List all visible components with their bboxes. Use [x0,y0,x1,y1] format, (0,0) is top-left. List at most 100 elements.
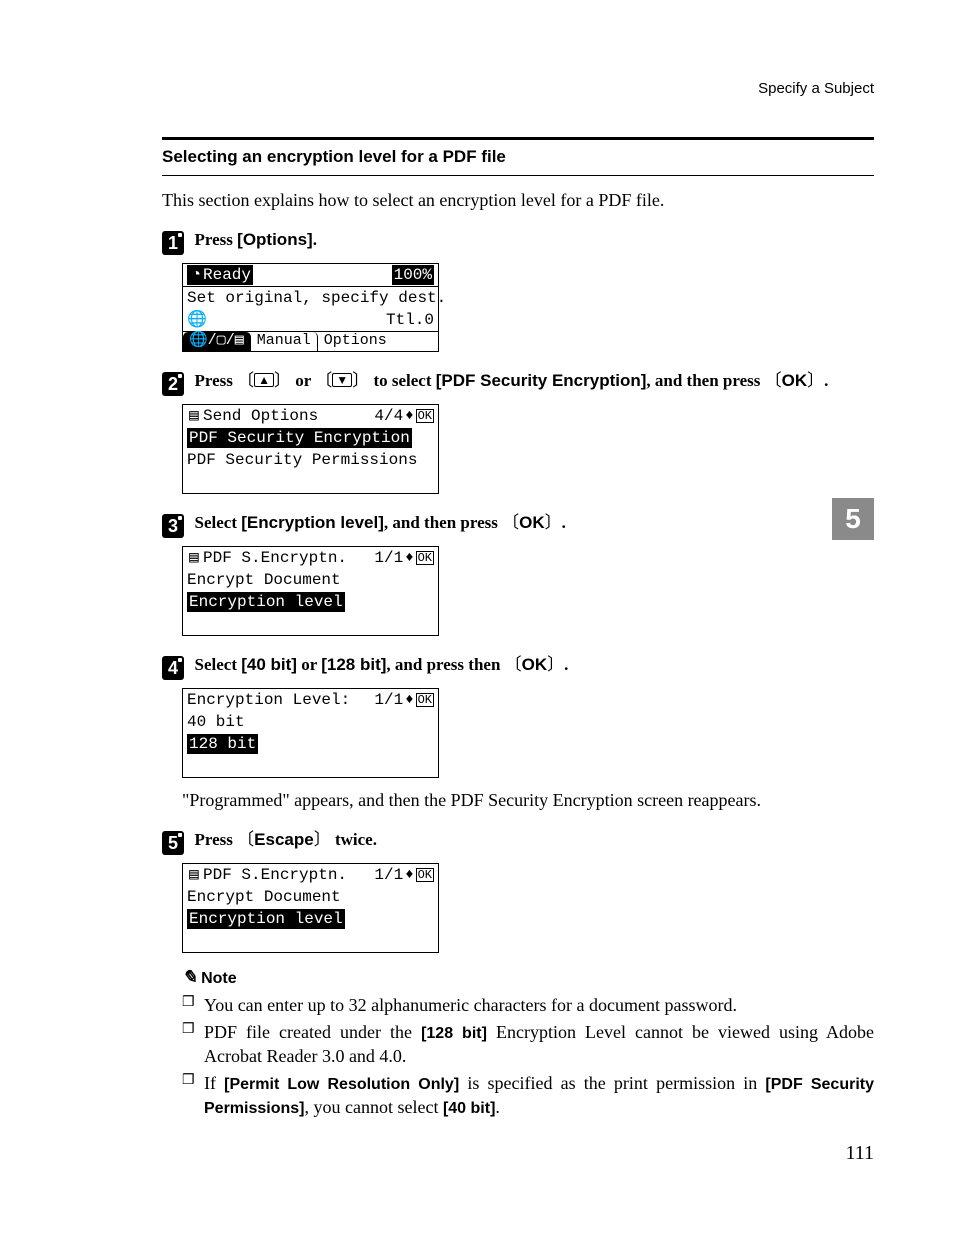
note3b: is specified as the print permission in [459,1073,765,1093]
updown-icon-5: ♦ [405,869,413,881]
note-item-1: You can enter up to 32 alphanumeric char… [204,994,874,1017]
step-1-ui: [Options] [237,230,313,249]
step-3: 3 Select [Encryption level], and then pr… [162,508,874,538]
step-3-ui: [Encryption level] [241,513,384,532]
ok-icon-5: OK [416,868,434,882]
lcd2-item1[interactable]: PDF Security Encryption [183,427,438,449]
lcd1-tabbar: 🌐/▢/▤ Manual Options [183,331,438,351]
lcd2-blank [183,471,438,493]
lcd4-titlebar: Encryption Level: 1/1 ♦OK [183,689,438,711]
lcd5-title: PDF S.Encryptn. [203,865,347,885]
updown-icon-3: ♦ [405,552,413,564]
note3c: , you cannot select [304,1097,442,1117]
updown-icon-4: ♦ [405,694,413,706]
lcd1-line3: 🌐 Ttl.0 [183,309,438,331]
note2-ui: [128 bit] [421,1025,487,1042]
lcd-screen-4: Encryption Level: 1/1 ♦OK 40 bit 128 bit [182,688,439,778]
down-key-icon: ▼ [332,373,352,387]
step-4-ui2: [128 bit] [321,655,386,674]
ok-key: OK [782,371,808,390]
lcd5-item2-label: Encryption level [187,909,345,929]
lcd4-item1[interactable]: 40 bit [183,711,438,733]
lcd5-page: 1/1 [374,865,403,885]
lcd1-tab-manual[interactable]: Manual [251,332,318,351]
ok-key-4: OK [522,655,548,674]
step-1: 1 Press [Options]. [162,229,874,255]
lcd2-item1-label: PDF Security Encryption [187,428,412,448]
list-icon: ▤ [187,406,201,426]
step-number-4: 4 [162,656,184,680]
ok-icon-3: OK [416,551,434,565]
step-4: 4 Select [40 bit] or [128 bit], and pres… [162,650,874,680]
step-2-mid1: or [291,371,315,390]
lcd2-titlebar: ▤Send Options 4/4 ♦OK [183,405,438,427]
lcd-screen-5: ▤PDF S.Encryptn. 1/1 ♦OK Encrypt Documen… [182,863,439,953]
lcd1-tab-options[interactable]: Options [318,332,393,351]
step-4-text: Select [40 bit] or [128 bit], and press … [195,655,569,674]
lcd3-item1[interactable]: Encrypt Document [183,569,438,591]
lcd5-item2[interactable]: Encryption level [183,908,438,930]
step-4-mid2: , and press then [386,655,504,674]
step-2-text: Press ▲ or ▼ to select [PDF Security Enc… [195,371,829,390]
lcd5-titlebar: ▤PDF S.Encryptn. 1/1 ♦OK [183,864,438,886]
lcd5-item1-label: Encrypt Document [187,887,341,907]
note-heading-label: Note [201,970,237,987]
lcd4-item1-label: 40 bit [187,712,245,732]
escape-key: Escape [254,830,314,849]
page-number: 111 [845,1142,874,1165]
lcd4-blank [183,755,438,777]
ok-key-3: OK [519,513,545,532]
step-2-ui: [PDF Security Encryption] [436,371,647,390]
step-number-5: 5 [162,831,184,855]
step-3-mid: , and then press [384,513,502,532]
lcd-screen-3: ▤PDF S.Encryptn. 1/1 ♦OK Encrypt Documen… [182,546,439,636]
globe-icon: 🌐 [187,310,201,330]
step-4-mid1: or [297,655,321,674]
lcd1-tab-icons[interactable]: 🌐/▢/▤ [183,332,251,351]
step-number-2: 2 [162,372,184,396]
step-2: 2 Press ▲ or ▼ to select [PDF Security E… [162,366,874,396]
lcd3-blank [183,613,438,635]
lcd1-ttl: Ttl.0 [386,310,434,330]
step-2-mid3: , and then press [646,371,764,390]
lcd1-ready: ◔Ready [187,265,253,285]
step-2-mid2: to select [369,371,436,390]
step-4-suffix: . [564,655,568,674]
lcd3-item2[interactable]: Encryption level [183,591,438,613]
lcd3-item1-label: Encrypt Document [187,570,341,590]
list-icon-3: ▤ [187,548,201,568]
note2a: PDF file created under the [204,1022,421,1042]
ok-icon-4: OK [416,693,434,707]
lcd2-item2-label: PDF Security Permissions [187,450,417,470]
note-icon: ✎ [182,967,197,987]
lcd5-item1[interactable]: Encrypt Document [183,886,438,908]
step-2-prefix: Press [195,371,238,390]
updown-icon: ♦ [405,410,413,422]
step-number-1: 1 [162,231,184,255]
lcd3-titlebar: ▤PDF S.Encryptn. 1/1 ♦OK [183,547,438,569]
power-icon: ◔ [189,265,203,285]
lcd3-item2-label: Encryption level [187,592,345,612]
section-intro: This section explains how to select an e… [162,190,874,211]
note3-ui1: [Permit Low Resolution Only] [224,1076,459,1093]
note3a: If [204,1073,224,1093]
lcd5-blank [183,930,438,952]
lcd2-page: 4/4 [374,406,403,426]
step-5: 5 Press Escape twice. [162,825,874,855]
lcd4-item2[interactable]: 128 bit [183,733,438,755]
step-1-prefix: Press [195,230,238,249]
step-4-result-text: "Programmed" appears, and then the PDF S… [182,790,874,811]
note-item-2: PDF file created under the [128 bit] Enc… [204,1021,874,1068]
note-heading: ✎Note [182,967,874,988]
chapter-tab: 5 [832,498,874,540]
lcd-screen-1: ◔Ready 100% Set original, specify dest. … [182,263,439,352]
lcd1-ready-label: Ready [203,266,251,284]
lcd1-pct: 100% [392,265,434,285]
lcd1-titlebar: ◔Ready 100% [183,264,438,286]
step-number-3: 3 [162,514,184,538]
note3-ui3: [40 bit] [443,1100,495,1117]
lcd2-item2[interactable]: PDF Security Permissions [183,449,438,471]
ok-icon: OK [416,409,434,423]
lcd3-title: PDF S.Encryptn. [203,548,347,568]
running-head: Specify a Subject [162,80,874,97]
